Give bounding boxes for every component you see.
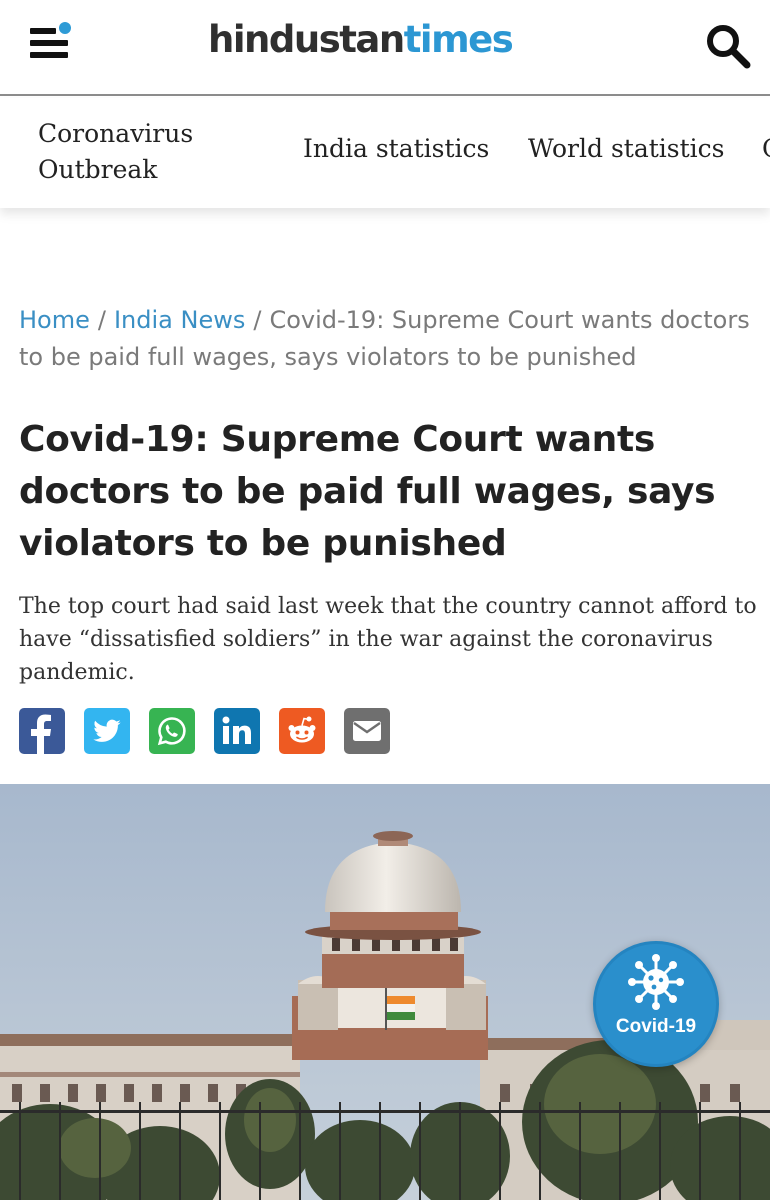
breadcrumb: Home / India News / Covid-19: Supreme Court … xyxy=(19,302,754,376)
facebook-share-button[interactable] xyxy=(19,708,65,754)
whatsapp-icon xyxy=(157,717,186,746)
linkedin-share-button[interactable] xyxy=(214,708,260,754)
top-header: hindustantimes xyxy=(0,0,770,96)
search-button[interactable] xyxy=(704,22,752,70)
breadcrumb-separator: / xyxy=(97,306,106,334)
linkedin-icon xyxy=(222,716,251,744)
virus-icon xyxy=(628,954,684,1010)
twitter-share-button[interactable] xyxy=(84,708,130,754)
hamburger-menu-button[interactable] xyxy=(28,22,74,64)
logo-part-hindustan: hindustan xyxy=(208,18,405,61)
covid-19-badge-label: Covid-19 xyxy=(615,1016,697,1037)
search-icon xyxy=(707,25,751,69)
email-share-button[interactable] xyxy=(344,708,390,754)
nav-item-coronavirus-outbreak[interactable]: Coronavirus Outbreak xyxy=(38,116,268,188)
hamburger-menu-icon-bar xyxy=(30,52,68,58)
breadcrumb-home-link[interactable]: Home xyxy=(19,306,90,334)
hamburger-menu-icon xyxy=(30,28,56,34)
whatsapp-share-button[interactable] xyxy=(149,708,195,754)
section-nav: Coronavirus Outbreak India statistics Wo… xyxy=(0,98,770,208)
article-headline: Covid-19: Supreme Court wants doctors to… xyxy=(19,419,716,564)
covid-19-floating-button[interactable]: Covid-19 xyxy=(593,941,719,1067)
nav-item-india-statistics[interactable]: India statistics xyxy=(303,134,489,163)
twitter-icon xyxy=(93,719,121,742)
reddit-share-button[interactable] xyxy=(279,708,325,754)
hamburger-menu-icon-bar xyxy=(30,40,68,46)
breadcrumb-india-news-link[interactable]: India News xyxy=(114,306,245,334)
breadcrumb-separator: / xyxy=(253,306,262,334)
site-logo[interactable]: hindustantimes xyxy=(208,18,514,61)
facebook-icon xyxy=(31,714,51,754)
notification-dot xyxy=(59,22,71,34)
article-summary: The top court had said last week that th… xyxy=(19,594,757,685)
reddit-icon xyxy=(288,716,316,743)
email-icon xyxy=(353,721,381,741)
nav-item-world-statistics[interactable]: World statistics xyxy=(528,134,724,163)
nav-item-truncated[interactable]: C xyxy=(762,134,770,163)
logo-part-times: times xyxy=(403,18,514,61)
